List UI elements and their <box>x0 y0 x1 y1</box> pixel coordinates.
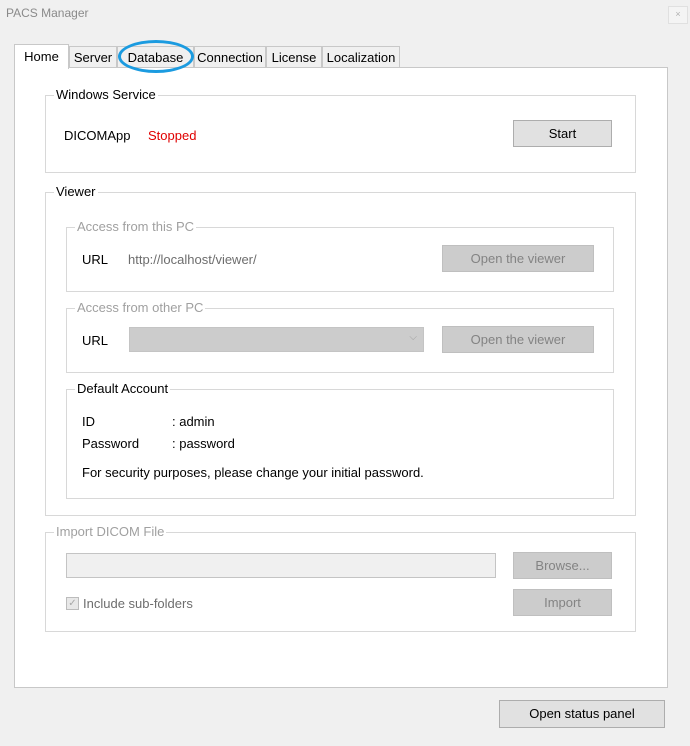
tab-localization[interactable]: Localization <box>322 46 400 67</box>
home-panel: Windows Service DICOMApp Stopped Start V… <box>14 67 668 688</box>
security-note: For security purposes, please change you… <box>82 465 424 480</box>
import-label: Import DICOM File <box>54 524 167 540</box>
tab-home[interactable]: Home <box>14 44 69 69</box>
import-group: Import DICOM File Browse... ✓ Include su… <box>45 524 636 632</box>
chevron-down-icon: ⌵ <box>409 332 417 343</box>
access-this-pc-group: Access from this PC URL http://localhost… <box>66 219 614 292</box>
access-other-pc-group: Access from other PC URL ⌵ Open the view… <box>66 300 614 373</box>
viewer-group: Viewer Access from this PC URL http://lo… <box>45 184 636 516</box>
start-button[interactable]: Start <box>513 120 612 147</box>
close-icon[interactable]: × <box>668 6 688 24</box>
url-combobox[interactable]: ⌵ <box>129 327 424 352</box>
highlight-ring <box>118 40 194 73</box>
open-viewer-button[interactable]: Open the viewer <box>442 245 594 272</box>
url-label: URL <box>82 252 109 267</box>
include-subfolders-label: Include sub-folders <box>83 596 193 611</box>
id-label: ID <box>82 414 95 429</box>
open-status-panel-button[interactable]: Open status panel <box>499 700 665 728</box>
password-value: : password <box>172 436 235 451</box>
access-other-pc-label: Access from other PC <box>75 300 206 316</box>
service-name: DICOMApp <box>64 128 131 143</box>
default-account-label: Default Account <box>75 381 171 397</box>
viewer-url: http://localhost/viewer/ <box>128 252 257 267</box>
access-this-pc-label: Access from this PC <box>75 219 197 235</box>
tab-license[interactable]: License <box>266 46 322 67</box>
import-path-input[interactable] <box>66 553 496 578</box>
tab-connection[interactable]: Connection <box>194 46 266 67</box>
include-subfolders-checkbox[interactable]: ✓ <box>66 597 79 610</box>
service-status: Stopped <box>148 128 197 143</box>
windows-service-label: Windows Service <box>54 87 158 103</box>
open-viewer-other-button[interactable]: Open the viewer <box>442 326 594 353</box>
id-value: : admin <box>172 414 215 429</box>
password-label: Password <box>82 436 140 451</box>
windows-service-group: Windows Service DICOMApp Stopped Start <box>45 87 636 173</box>
import-button[interactable]: Import <box>513 589 612 616</box>
url-label-other: URL <box>82 333 109 348</box>
tab-server[interactable]: Server <box>69 46 117 67</box>
viewer-label: Viewer <box>54 184 98 200</box>
browse-button[interactable]: Browse... <box>513 552 612 579</box>
window-title: PACS Manager <box>6 6 89 20</box>
default-account-group: Default Account ID : admin Password : pa… <box>66 381 614 499</box>
